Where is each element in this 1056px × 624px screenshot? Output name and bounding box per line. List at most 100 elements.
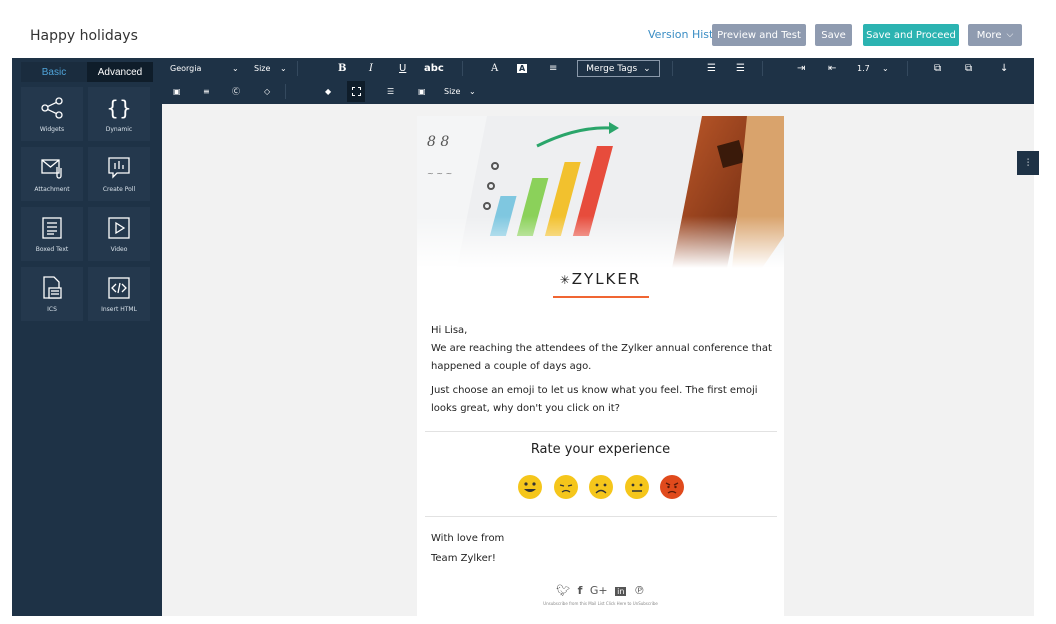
chevron-down-icon[interactable]: ⌄ — [882, 58, 889, 79]
block-attachment[interactable]: Attachment — [21, 147, 83, 201]
signoff-line-1[interactable]: With love from — [431, 530, 776, 548]
table-icon[interactable]: ☰ — [387, 81, 394, 102]
signoff-line-2[interactable]: Team Zylker! — [431, 550, 776, 568]
border-icon[interactable] — [347, 81, 365, 102]
numbered-list-icon[interactable]: ☰ — [736, 58, 745, 79]
background-image-icon[interactable]: ▣ — [418, 81, 426, 102]
chevron-down-icon[interactable]: ⌄ — [232, 58, 239, 79]
top-bar: Happy holidays Version History Preview a… — [0, 0, 1056, 58]
block-dynamic[interactable]: {} Dynamic — [88, 87, 150, 141]
font-color-icon[interactable]: A — [491, 58, 498, 79]
preview-and-test-button[interactable]: Preview and Test — [712, 24, 806, 46]
emoji-disappointed-icon[interactable] — [553, 474, 579, 500]
twitter-icon[interactable]: 🐦︎ — [556, 584, 570, 597]
save-and-proceed-button[interactable]: Save and Proceed — [863, 24, 959, 46]
bold-button[interactable]: B — [338, 58, 346, 79]
toolbar-row-2: ▣ ≡ Ⓒ ◇ ◆ ☰ ▣ Size ⌄ — [162, 81, 1034, 102]
tile-label: Attachment — [34, 186, 70, 193]
anchor-icon[interactable]: ↓ — [1000, 58, 1008, 79]
chevron-down-icon[interactable]: ⌄ — [469, 81, 476, 102]
tab-basic[interactable]: Basic — [21, 62, 87, 82]
underline-button[interactable]: U — [399, 58, 406, 79]
logo-underline — [553, 296, 649, 298]
font-family-select[interactable]: Georgia — [170, 58, 201, 79]
emoji-sad-icon[interactable] — [588, 474, 614, 500]
bullet-list-icon[interactable]: ☰ — [707, 58, 716, 79]
divider — [425, 516, 777, 517]
sparkle-icon: ✳ — [559, 273, 572, 287]
italic-button[interactable]: I — [369, 58, 373, 79]
more-button[interactable]: More ⌵ — [968, 24, 1022, 46]
content-blocks-sidebar: Basic Advanced Widgets {} Dynamic Attach… — [12, 58, 162, 616]
poll-icon — [108, 157, 130, 179]
indent-icon[interactable]: ⇥ — [797, 58, 805, 79]
tile-label: Boxed Text — [35, 246, 69, 253]
block-create-poll[interactable]: Create Poll — [88, 147, 150, 201]
align-icon[interactable]: ≡ — [549, 58, 557, 79]
merge-tags-dropdown[interactable]: Merge Tags ⌄ — [577, 60, 660, 77]
strikethrough-button[interactable]: abc — [424, 58, 444, 79]
unlink-icon[interactable]: ⧉ — [965, 58, 972, 79]
divider — [672, 61, 673, 76]
highlight-color-icon[interactable]: A — [517, 58, 528, 79]
tile-label: Widgets — [39, 126, 65, 133]
pinterest-icon[interactable]: ℗ — [634, 584, 645, 597]
tile-label: ICS — [47, 306, 57, 313]
svg-text:8 8: 8 8 — [427, 134, 449, 150]
block-boxed-text[interactable]: Boxed Text — [21, 207, 83, 261]
body-paragraph-2[interactable]: Just choose an emoji to let us know what… — [431, 382, 776, 418]
more-label: More — [976, 29, 1002, 41]
emoji-neutral-icon[interactable] — [624, 474, 650, 500]
block-ics[interactable]: ICS — [21, 267, 83, 321]
rate-experience-title: Rate your experience — [530, 442, 671, 457]
image-icon[interactable]: ▣ — [173, 81, 181, 102]
chevron-down-icon: ⌵ — [1006, 30, 1014, 40]
toolbar-row-1: Georgia ⌄ Size ⌄ B I U abc A A ≡ Merge T… — [162, 58, 1034, 79]
size-select[interactable]: Size — [444, 81, 460, 102]
linkedin-icon[interactable]: in — [615, 587, 627, 596]
campaign-title: Happy holidays — [30, 28, 138, 44]
body-paragraph-1[interactable]: We are reaching the attendees of the Zyl… — [431, 340, 776, 376]
hero-illustration: 8 8 ~ ~ ~ — [417, 116, 784, 268]
emoji-happy-icon[interactable] — [517, 474, 543, 500]
chevron-down-icon: ⌄ — [643, 63, 651, 74]
tile-label: Video — [110, 246, 128, 253]
line-height-select[interactable]: 1.7 — [857, 58, 870, 79]
copyright-icon[interactable]: Ⓒ — [232, 81, 240, 102]
share-icon — [41, 97, 63, 119]
greeting-text[interactable]: Hi Lisa, — [431, 322, 776, 340]
font-size-select[interactable]: Size — [254, 58, 270, 79]
block-video[interactable]: Video — [88, 207, 150, 261]
link-icon[interactable]: ⧉ — [934, 58, 941, 79]
emoji-angry-icon[interactable] — [659, 474, 685, 500]
code-view-icon[interactable]: ◇ — [264, 81, 270, 102]
outdent-icon[interactable]: ⇤ — [828, 58, 836, 79]
block-widgets[interactable]: Widgets — [21, 87, 83, 141]
editor-toolbar: Georgia ⌄ Size ⌄ B I U abc A A ≡ Merge T… — [162, 58, 1034, 104]
svg-text:~ ~ ~: ~ ~ ~ — [427, 169, 452, 178]
svg-text:{}: {} — [106, 96, 131, 120]
divider — [285, 84, 286, 99]
block-insert-html[interactable]: Insert HTML — [88, 267, 150, 321]
sidebar-tabs: Basic Advanced — [21, 62, 153, 82]
curly-braces-icon: {} — [106, 96, 131, 120]
social-links: 🐦︎ f G+ in ℗ — [417, 584, 784, 597]
fill-color-icon[interactable]: ◆ — [325, 81, 331, 102]
unsubscribe-text[interactable]: Unsubscribe from this Mail List Click He… — [417, 601, 784, 606]
divider — [425, 431, 777, 432]
divider — [907, 61, 908, 76]
save-button[interactable]: Save — [815, 24, 852, 46]
settings-sliders-icon[interactable]: ⫶ — [1017, 151, 1039, 175]
hero-image[interactable]: 8 8 ~ ~ ~ — [417, 116, 784, 268]
special-characters-icon[interactable]: ≡ — [203, 81, 210, 102]
divider — [762, 61, 763, 76]
tile-label: Insert HTML — [101, 306, 137, 313]
merge-tags-label: Merge Tags — [586, 63, 638, 74]
email-preview: 8 8 ~ ~ ~ ✳ZYLKER Hi Lisa, We are reachi… — [417, 116, 784, 616]
tab-advanced[interactable]: Advanced — [87, 62, 153, 82]
code-icon — [108, 277, 130, 299]
chevron-down-icon[interactable]: ⌄ — [280, 58, 287, 79]
google-plus-icon[interactable]: G+ — [590, 584, 608, 597]
facebook-icon[interactable]: f — [578, 584, 583, 597]
zylker-logo: ✳ZYLKER — [417, 270, 784, 288]
